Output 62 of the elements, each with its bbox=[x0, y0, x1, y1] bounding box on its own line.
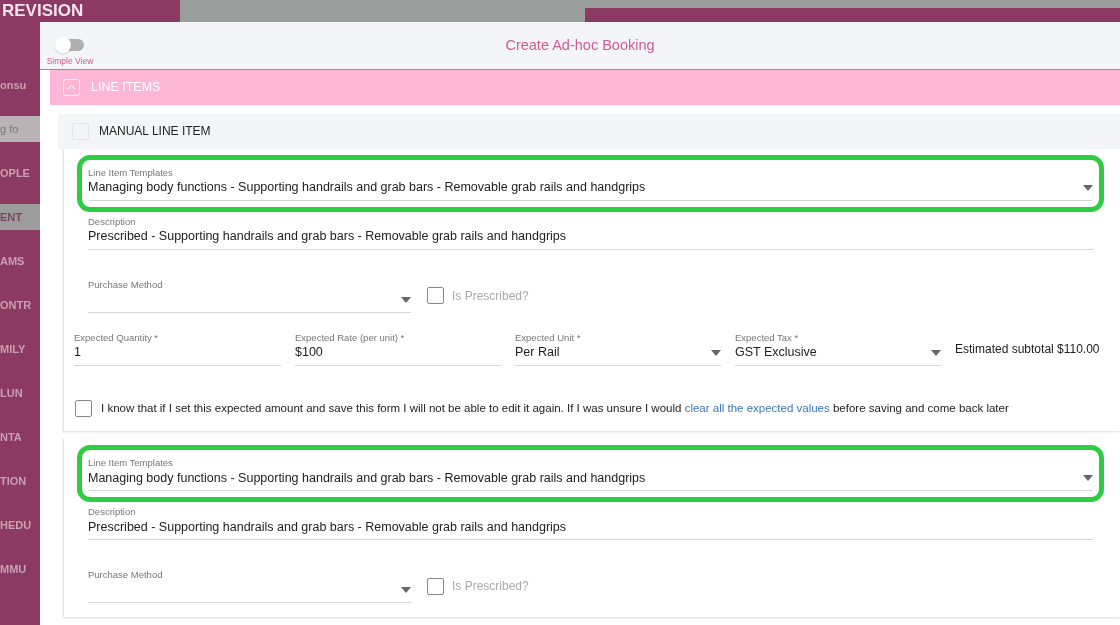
toggle-label: Simple View bbox=[46, 55, 94, 68]
text-field[interactable]: Description Prescribed - Supporting handrails and grab bars - Removable grab rails and handgrips bbox=[88, 214, 1093, 250]
dropdown-field[interactable]: Purchase Method bbox=[88, 277, 411, 313]
text-field[interactable]: Expected Quantity * 1 bbox=[74, 330, 281, 366]
field-value: GST Exclusive bbox=[735, 344, 817, 362]
dropdown-field[interactable]: Expected Tax * GST Exclusive bbox=[735, 330, 941, 366]
sidebar-item[interactable]: ENT bbox=[0, 204, 40, 230]
dropdown-caret-icon bbox=[401, 587, 411, 593]
dropdown-field[interactable]: Line Item Templates Managing body functions - Supporting handrails and grab bars - Removable grab rails and handgrips bbox=[88, 456, 1093, 491]
field-label: Description bbox=[88, 505, 137, 518]
sidebar-item[interactable]: OPLE bbox=[0, 160, 40, 186]
field-value: Managing body functions - Supporting handrails and grab bars - Removable grab rails and handgrips bbox=[88, 469, 646, 487]
field-value: Per Rail bbox=[515, 344, 560, 362]
sidebar-item[interactable]: onsu bbox=[0, 72, 40, 98]
manual-line-item-row[interactable]: MANUAL LINE ITEM bbox=[58, 113, 1120, 149]
acknowledgement-text: I know that if I set this expected amount and save this form I will not be able to edit it again. If I was unsure I would clear all the expected values before saving and come back later bbox=[101, 400, 1009, 416]
field-label: Expected Quantity * bbox=[74, 330, 159, 344]
field-label: Purchase Method bbox=[88, 568, 164, 581]
subtotal-text: Estimated subtotal $110.00 bbox=[955, 340, 1100, 358]
text-field[interactable]: Expected Rate (per unit) * $100 bbox=[295, 330, 501, 366]
search-field[interactable]: g fo bbox=[0, 116, 40, 142]
sidebar-item[interactable]: ONTR bbox=[0, 292, 40, 318]
dialog-title: Create Ad-hoc Booking bbox=[505, 35, 655, 55]
simple-view-toggle[interactable] bbox=[56, 39, 84, 51]
field-value: 1 bbox=[74, 344, 81, 362]
clear-values-link[interactable]: clear all the expected values bbox=[684, 401, 830, 414]
section-header[interactable]: LINE ITEMS bbox=[50, 69, 1120, 105]
checkbox[interactable] bbox=[427, 287, 444, 305]
dropdown-field[interactable]: Expected Unit * Per Rail bbox=[515, 330, 721, 366]
sidebar-item[interactable]: MMU bbox=[0, 556, 40, 582]
dropdown-field[interactable]: Purchase Method bbox=[88, 568, 411, 603]
dropdown-field[interactable]: Line Item Templates Managing body functions - Supporting handrails and grab bars - Removable grab rails and handgrips bbox=[88, 165, 1093, 201]
field-label: Expected Unit * bbox=[515, 330, 582, 344]
checkbox[interactable] bbox=[427, 577, 444, 595]
field-label: Expected Tax * bbox=[735, 330, 800, 344]
sidebar-item[interactable]: AMS bbox=[0, 248, 40, 274]
field-value: Managing body functions - Supporting handrails and grab bars - Removable grab rails and handgrips bbox=[88, 179, 646, 197]
field-label: Purchase Method bbox=[88, 277, 164, 291]
logo: REVISION bbox=[2, 1, 84, 21]
dropdown-caret-icon bbox=[401, 296, 411, 303]
sidebar-item[interactable]: NTA bbox=[0, 424, 40, 450]
field-value: Prescribed - Supporting handrails and grab bars - Removable grab rails and handgrips bbox=[88, 228, 567, 246]
dropdown-caret-icon bbox=[1083, 475, 1093, 481]
checkbox[interactable] bbox=[75, 399, 92, 417]
text-field[interactable]: Description Prescribed - Supporting handrails and grab bars - Removable grab rails and handgrips bbox=[88, 505, 1093, 540]
field-label: Description bbox=[88, 214, 137, 228]
dropdown-caret-icon bbox=[711, 349, 721, 356]
field-value: Prescribed - Supporting handrails and grab bars - Removable grab rails and handgrips bbox=[88, 518, 567, 536]
sidebar-item[interactable]: LUN bbox=[0, 380, 40, 406]
dropdown-caret-icon bbox=[1083, 184, 1093, 191]
field-label: Line Item Templates bbox=[88, 165, 174, 179]
row-label: MANUAL LINE ITEM bbox=[99, 123, 211, 141]
dropdown-caret-icon bbox=[931, 349, 941, 356]
sidebar-item[interactable]: HEDU bbox=[0, 512, 40, 538]
section-title: LINE ITEMS bbox=[91, 78, 161, 96]
checkbox-label: Is Prescribed? bbox=[452, 578, 529, 595]
field-label: Line Item Templates bbox=[88, 456, 174, 469]
checkbox-label: Is Prescribed? bbox=[452, 287, 529, 305]
field-label: Expected Rate (per unit) * bbox=[295, 330, 406, 344]
sidebar-item[interactable]: MILY bbox=[0, 336, 40, 362]
field-value: $100 bbox=[295, 344, 323, 362]
sidebar-item[interactable]: TION bbox=[0, 468, 40, 494]
